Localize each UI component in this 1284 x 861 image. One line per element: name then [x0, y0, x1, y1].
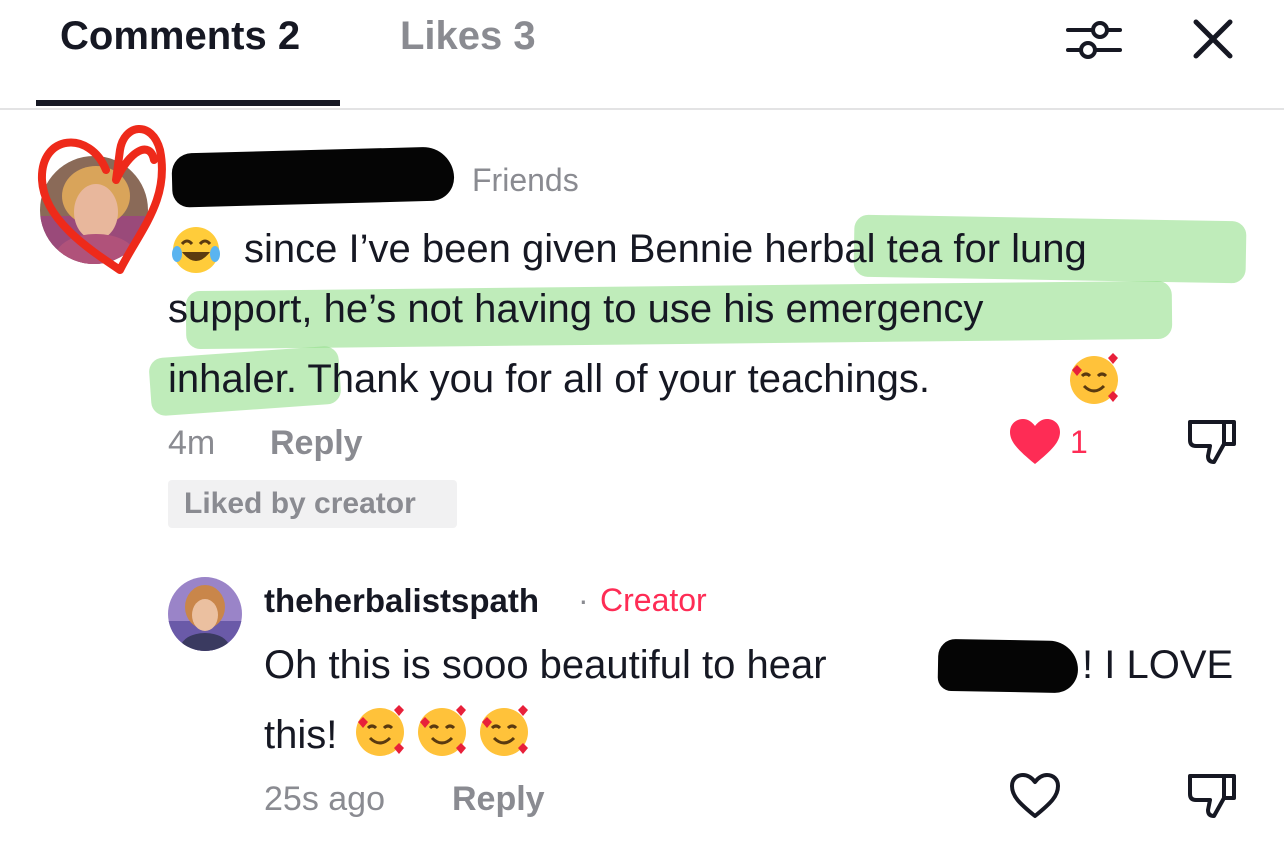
- reply-username[interactable]: theherbalistspath: [264, 582, 539, 620]
- friends-badge: Friends: [472, 162, 579, 198]
- thumbs-down-icon[interactable]: [1186, 418, 1238, 466]
- avatar[interactable]: [40, 156, 148, 264]
- smiling-face-with-hearts-icon: [480, 705, 528, 756]
- active-tab-indicator: [36, 100, 340, 106]
- redacted-name: [937, 638, 1079, 694]
- avatar[interactable]: [168, 577, 242, 651]
- reply-text-line: Oh this is sooo beautiful to hear: [264, 643, 827, 687]
- comment-text-line: support, he’s not having to use his emer…: [168, 287, 984, 331]
- smiling-face-with-hearts-icon: [356, 705, 404, 756]
- reply-text-line: ! I LOVE: [1082, 643, 1234, 687]
- tab-bar: Comments 2 Likes 3: [0, 0, 1284, 110]
- close-icon[interactable]: [1188, 14, 1238, 64]
- tears-of-joy-emoji-icon: [172, 227, 220, 273]
- like-count: 1: [1070, 424, 1088, 460]
- tab-likes[interactable]: Likes 3: [400, 14, 536, 59]
- liked-by-creator-badge: Liked by creator: [168, 480, 457, 528]
- redacted-username: [171, 146, 455, 208]
- separator-dot: ·: [578, 582, 589, 618]
- reply-text-line: this!: [264, 713, 338, 757]
- sliders-icon[interactable]: [1064, 12, 1124, 68]
- reply-button[interactable]: Reply: [452, 780, 545, 819]
- heart-filled-icon[interactable]: [1008, 418, 1062, 466]
- comment-text-line: inhaler. Thank you for all of your teach…: [168, 357, 930, 401]
- smiling-face-with-hearts-icon: [1070, 353, 1118, 404]
- comment-text-line: since I’ve been given Bennie herbal tea …: [244, 227, 1087, 271]
- creator-badge: Creator: [600, 582, 707, 618]
- reply-button[interactable]: Reply: [270, 424, 363, 463]
- smiling-face-with-hearts-icon: [418, 705, 466, 756]
- reply-timestamp: 25s ago: [264, 780, 385, 818]
- heart-outline-icon[interactable]: [1008, 772, 1062, 820]
- tab-comments[interactable]: Comments 2: [60, 14, 300, 59]
- thumbs-down-icon[interactable]: [1186, 772, 1238, 820]
- comment-timestamp: 4m: [168, 424, 216, 462]
